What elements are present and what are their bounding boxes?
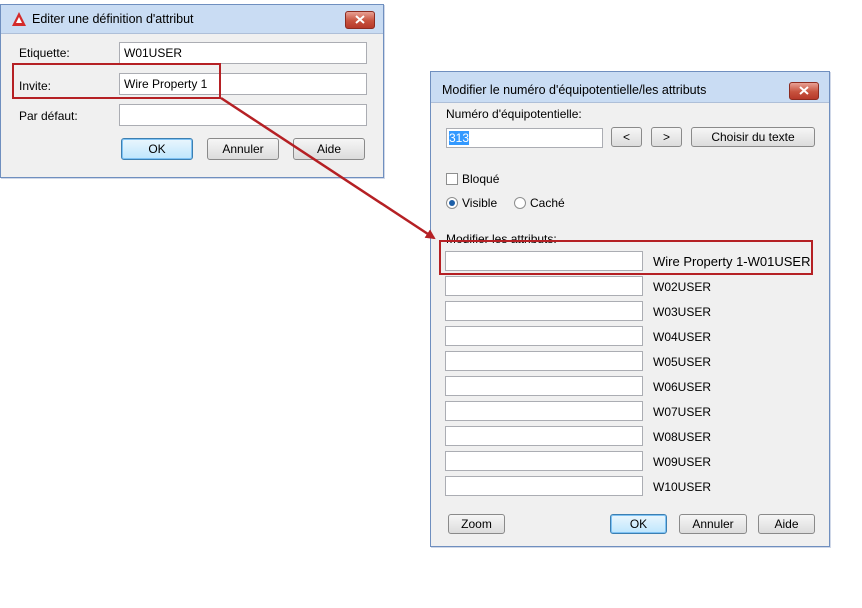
- attribute-label: W07USER: [653, 405, 712, 419]
- hidden-label: Caché: [530, 196, 565, 210]
- visible-label: Visible: [462, 196, 498, 210]
- wire-number-field[interactable]: 313: [446, 128, 603, 148]
- autocad-logo-icon: [11, 11, 27, 27]
- title-bar[interactable]: Modifier le numéro d'équipotentielle/les…: [431, 72, 829, 103]
- next-button[interactable]: >: [651, 127, 682, 147]
- attribute-label: W09USER: [653, 455, 712, 469]
- attribute-field[interactable]: [445, 351, 643, 371]
- zoom-button[interactable]: Zoom: [448, 514, 505, 534]
- ok-button[interactable]: OK: [610, 514, 667, 534]
- default-label: Par défaut:: [19, 109, 78, 123]
- tag-label: Etiquette:: [19, 46, 70, 60]
- attribute-field[interactable]: [445, 401, 643, 421]
- attribute-label: W06USER: [653, 380, 712, 394]
- attribute-label: W02USER: [653, 280, 712, 294]
- attribute-field[interactable]: [445, 301, 643, 321]
- close-button[interactable]: [345, 11, 375, 29]
- attribute-field[interactable]: [445, 426, 643, 446]
- fixed-label: Bloqué: [462, 172, 500, 186]
- dialog-title: Modifier le numéro d'équipotentielle/les…: [442, 83, 707, 97]
- fixed-checkbox[interactable]: [446, 173, 458, 185]
- attribute-label: W04USER: [653, 330, 712, 344]
- attribute-label: W05USER: [653, 355, 712, 369]
- cancel-button[interactable]: Annuler: [207, 138, 279, 160]
- attribute-field[interactable]: [445, 451, 643, 471]
- attribute-field[interactable]: [445, 376, 643, 396]
- help-button[interactable]: Aide: [293, 138, 365, 160]
- wire-number-value: 313: [449, 131, 470, 145]
- ok-button[interactable]: OK: [121, 138, 193, 160]
- default-field[interactable]: [119, 104, 367, 126]
- cancel-button[interactable]: Annuler: [679, 514, 747, 534]
- attribute-label: W08USER: [653, 430, 712, 444]
- title-bar[interactable]: Editer une définition d'attribut: [1, 5, 383, 34]
- prompt-highlight-box: [12, 63, 221, 99]
- help-button[interactable]: Aide: [758, 514, 815, 534]
- hidden-radio[interactable]: [514, 197, 526, 209]
- previous-button[interactable]: <: [611, 127, 642, 147]
- close-icon: [799, 86, 809, 95]
- edit-wire-number-dialog: Modifier le numéro d'équipotentielle/les…: [430, 71, 830, 547]
- dialog-title: Editer une définition d'attribut: [32, 12, 194, 26]
- attribute-field[interactable]: [445, 276, 643, 296]
- attribute-label: W10USER: [653, 480, 712, 494]
- close-button[interactable]: [789, 82, 819, 100]
- tag-field[interactable]: W01USER: [119, 42, 367, 64]
- attribute-field[interactable]: [445, 476, 643, 496]
- close-icon: [355, 15, 365, 24]
- attribute-field[interactable]: [445, 326, 643, 346]
- pick-text-button[interactable]: Choisir du texte: [691, 127, 815, 147]
- attribute-label: W03USER: [653, 305, 712, 319]
- visible-radio[interactable]: [446, 197, 458, 209]
- attribute-highlight-box: [439, 240, 813, 275]
- wire-number-label: Numéro d'équipotentielle:: [446, 107, 582, 121]
